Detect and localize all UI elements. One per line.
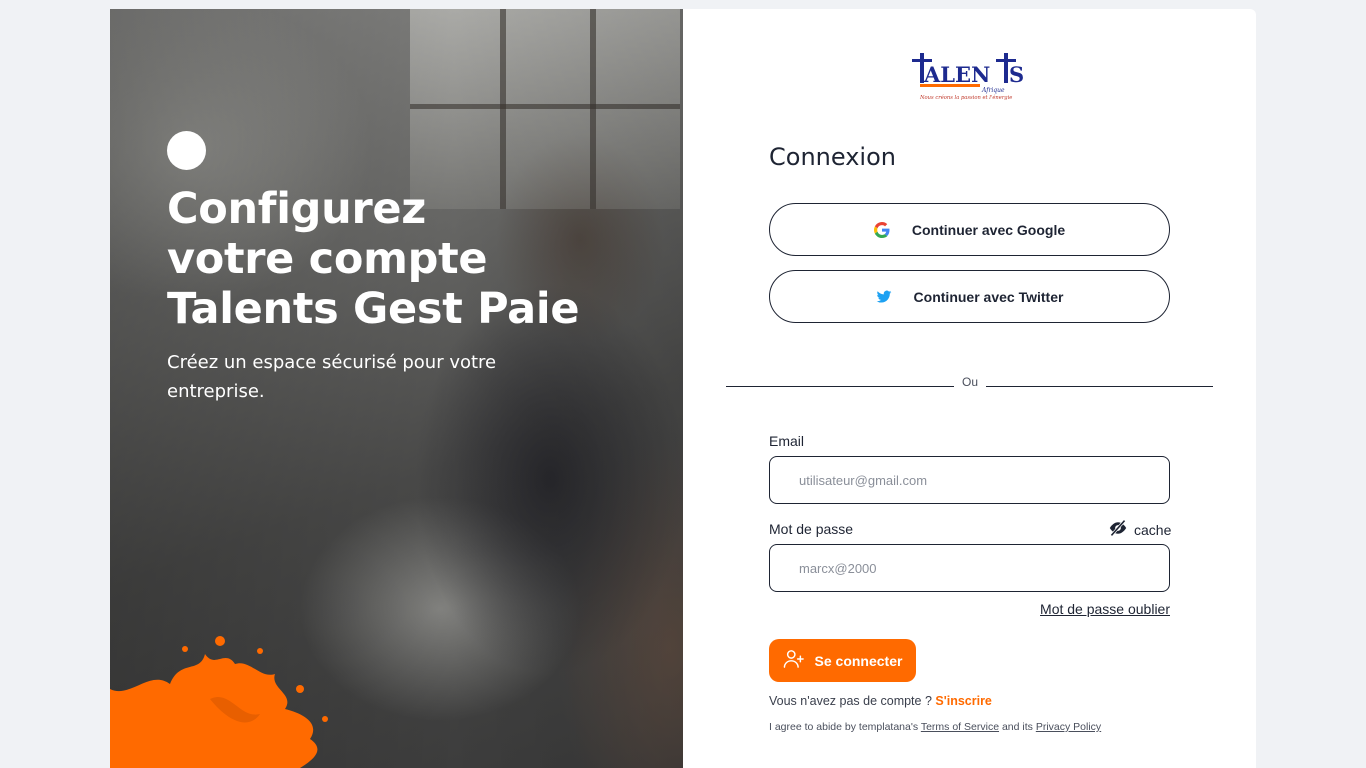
forgot-password-link[interactable]: Mot de passe oublier: [1040, 601, 1170, 617]
password-visibility-label: cache: [1134, 521, 1172, 538]
privacy-policy-link[interactable]: Privacy Policy: [1036, 721, 1101, 733]
hero-panel: Configurez votre compte Talents Gest Pai…: [110, 9, 683, 768]
hero-title-line-1: Configurez: [167, 184, 426, 234]
password-visibility-toggle[interactable]: cache: [1108, 519, 1171, 540]
login-button-label: Se connecter: [814, 652, 903, 669]
terms-prefix: I agree to abide by templatana's: [769, 721, 919, 733]
login-button[interactable]: Se connecter: [769, 639, 916, 682]
password-field[interactable]: [769, 544, 1170, 592]
google-signin-label: Continuer avec Google: [911, 221, 1066, 238]
signup-prompt: Vous n'avez pas de compte ? S'inscrire: [769, 694, 992, 708]
signup-link[interactable]: S'inscrire: [935, 694, 991, 708]
hero-title-line-2: votre compte: [167, 234, 488, 284]
svg-text:S: S: [1009, 62, 1024, 87]
twitter-signin-button[interactable]: Continuer avec Twitter: [769, 270, 1170, 323]
hero-dot-icon: [167, 131, 206, 170]
terms-mid: and its: [1001, 721, 1033, 733]
page-title: Connexion: [769, 143, 896, 171]
signup-prompt-text: Vous n'avez pas de compte ?: [769, 694, 932, 708]
or-divider: Ou: [726, 375, 1213, 389]
talents-logo: ALEN S Afrique Nous créons la passion et…: [912, 53, 1024, 101]
user-plus-icon: [783, 649, 805, 672]
svg-text:Afrique: Afrique: [981, 87, 1005, 94]
eye-slash-icon: [1108, 519, 1128, 540]
email-label: Email: [769, 433, 805, 449]
google-signin-button[interactable]: Continuer avec Google: [769, 203, 1170, 256]
twitter-icon: [876, 289, 892, 305]
email-field[interactable]: [769, 456, 1170, 504]
terms-of-service-link[interactable]: Terms of Service: [921, 721, 999, 733]
paint-splash-icon: [110, 636, 328, 768]
or-divider-text: Ou: [961, 375, 978, 389]
hero-subtitle: Créez un espace sécurisé pour votre entr…: [167, 352, 497, 402]
svg-text:ALEN: ALEN: [923, 62, 990, 87]
svg-text:Nous créons la passion et l'én: Nous créons la passion et l'énergie: [919, 94, 1012, 101]
login-card: ALEN S Afrique Nous créons la passion et…: [683, 9, 1256, 768]
hero-title: Configurez votre compte Talents Gest Pai…: [167, 184, 647, 334]
hero-title-line-3: Talents Gest Paie: [167, 284, 580, 334]
password-label: Mot de passe: [769, 521, 854, 537]
terms-notice: I agree to abide by templatana's Terms o…: [769, 721, 1101, 733]
twitter-signin-label: Continuer avec Twitter: [913, 288, 1064, 305]
google-icon: [873, 221, 890, 238]
